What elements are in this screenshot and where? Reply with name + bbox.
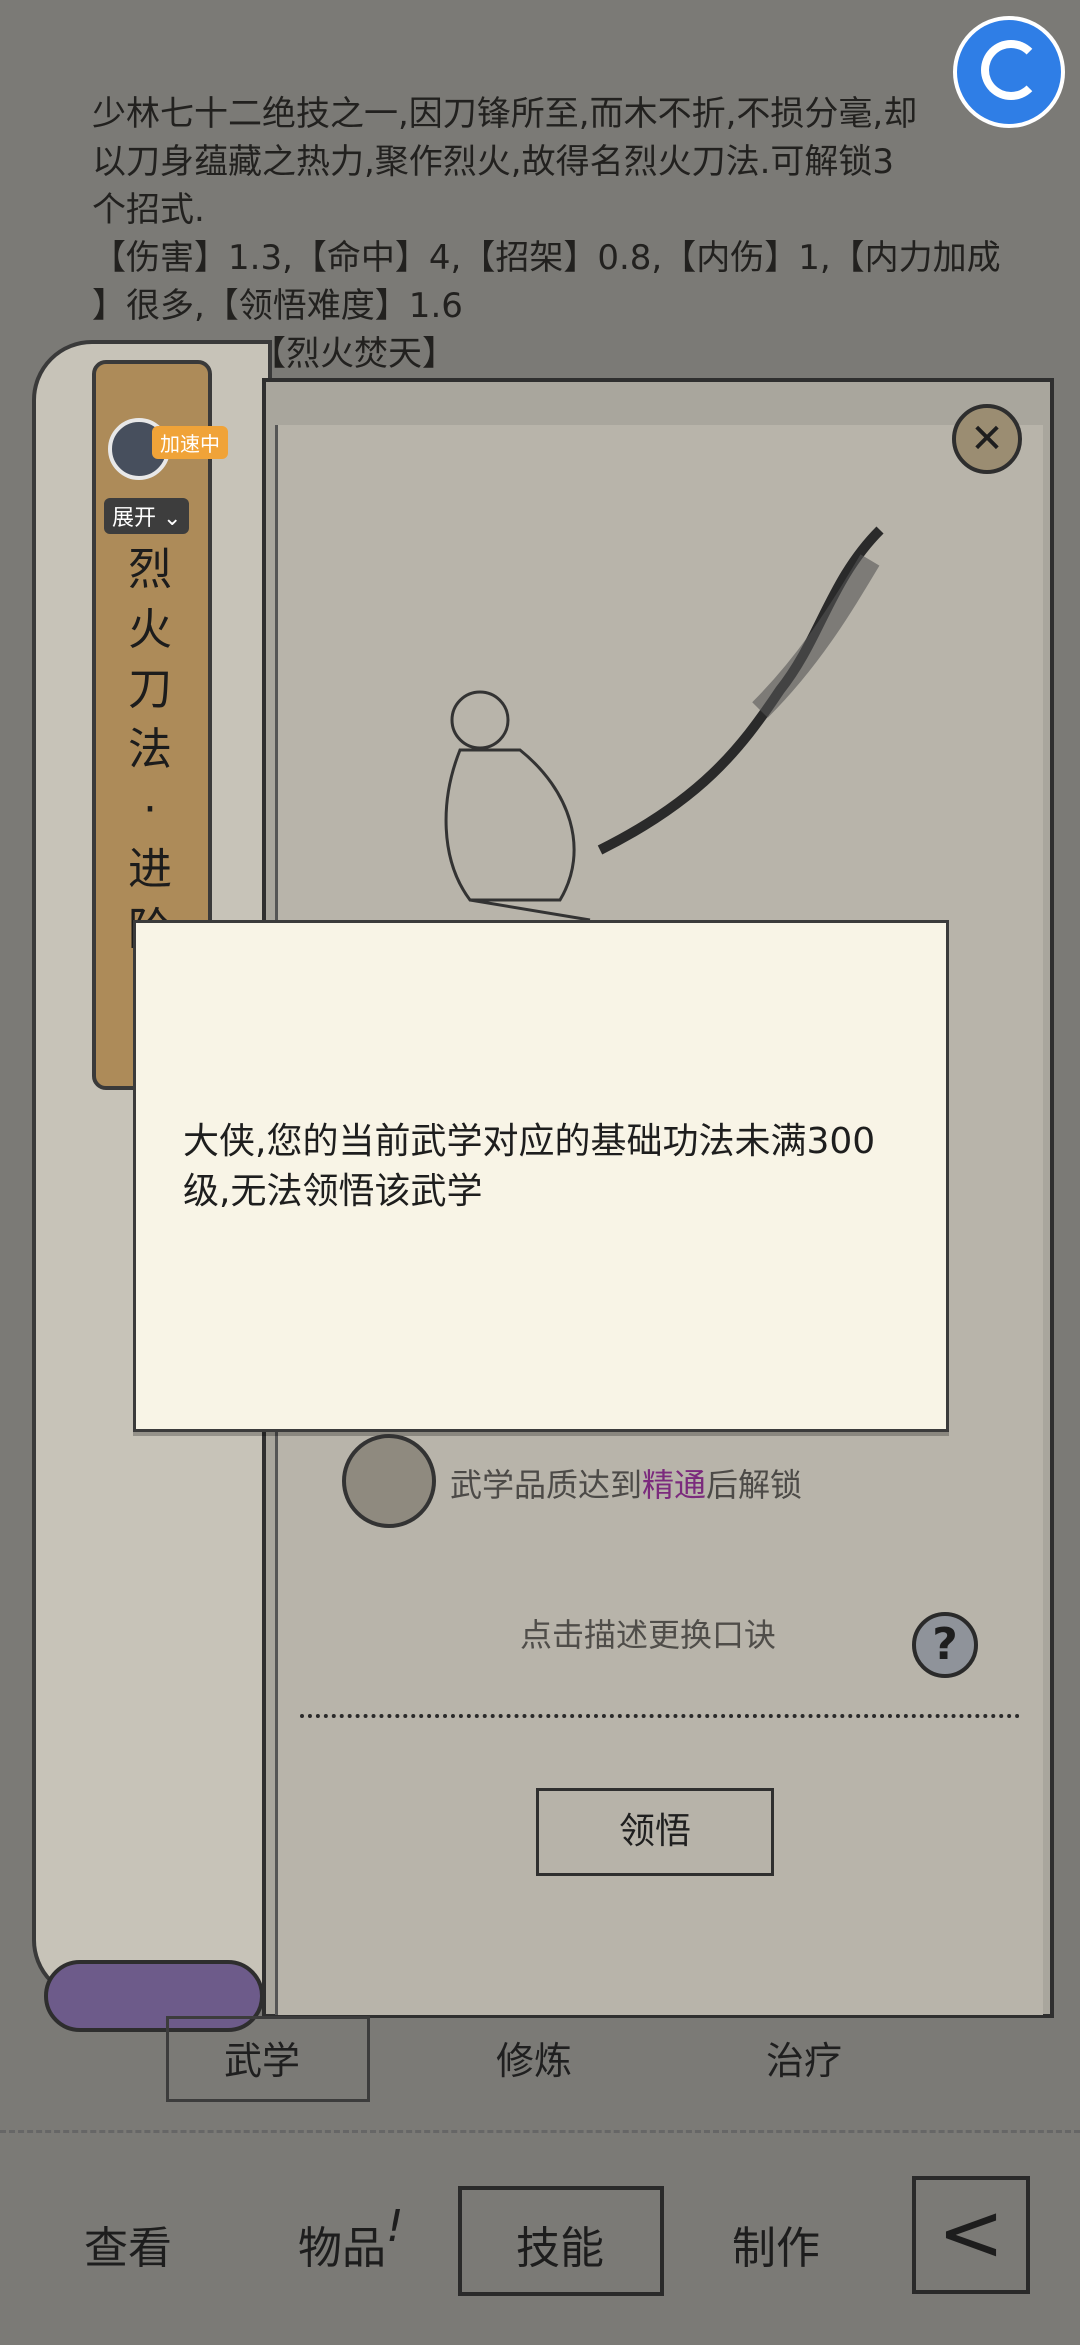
description-line: 个招式.	[92, 190, 205, 230]
dialog-message-line: 级,无法领悟该武学	[183, 1171, 483, 1212]
tab-healing[interactable]: 治疗	[766, 2030, 842, 2085]
back-icon: <	[937, 2186, 1005, 2279]
dotted-divider	[300, 1714, 1020, 1718]
unlock-suffix: 后解锁	[706, 1466, 803, 1504]
description-line: 】很多,【领悟难度】1.6	[92, 286, 463, 326]
description-line: 以刀身蕴藏之热力,聚作烈火,故得名烈火刀法.可解锁3	[92, 142, 895, 182]
description-line: 【伤害】1.3,【命中】4,【招架】0.8,【内伤】1,【内力加成	[92, 238, 1001, 278]
description-line: 少林七十二绝技之一,因刀锋所至,而木不折,不损分毫,却	[92, 94, 918, 134]
title-char: 火	[128, 604, 172, 655]
dialog-message: 大侠,您的当前武学对应的基础功法未满300 级,无法领悟该武学	[183, 1117, 923, 1217]
alert-dialog[interactable]: 大侠,您的当前武学对应的基础功法未满300 级,无法领悟该武学	[133, 920, 949, 1432]
nav-view[interactable]: 查看	[84, 2212, 172, 2276]
unlock-prefix: 武学品质达到	[450, 1466, 643, 1504]
expand-label: 展开	[112, 506, 157, 531]
question-icon: ?	[932, 1619, 958, 1670]
back-button[interactable]: <	[912, 2176, 1030, 2294]
nav-crafting[interactable]: 制作	[732, 2212, 820, 2276]
decorative-divider	[0, 2110, 1080, 2133]
expand-button[interactable]: 展开 ⌄	[104, 498, 190, 534]
swordsman-illustration	[444, 526, 884, 922]
quality-highlight: 精通	[642, 1466, 707, 1504]
title-char: ·	[143, 784, 157, 835]
title-char: 刀	[128, 664, 172, 715]
close-button[interactable]: ✕	[952, 404, 1022, 474]
learn-button[interactable]: 领悟	[536, 1788, 774, 1876]
help-button[interactable]: ?	[912, 1612, 978, 1678]
mantra-hint[interactable]: 点击描述更换口诀	[520, 1610, 776, 1656]
unlock-requirement: 武学品质达到精通后解锁	[450, 1460, 802, 1506]
game-assistant-icon[interactable]	[953, 16, 1065, 128]
title-char: 烈	[128, 544, 172, 595]
close-icon: ✕	[970, 416, 1004, 462]
dialog-message-line: 大侠,您的当前武学对应的基础功法未满300	[183, 1121, 876, 1162]
new-item-mark: !	[386, 2201, 404, 2252]
skill-description: 少林七十二绝技之一,因刀锋所至,而木不折,不损分毫,却 以刀身蕴藏之热力,聚作烈…	[92, 90, 1001, 378]
skill-title: 烈 火 刀 法 · 进 阶	[120, 540, 180, 960]
nav-items[interactable]: 物品!	[298, 2201, 404, 2276]
chevron-down-icon: ⌄	[156, 506, 182, 531]
nav-items-label: 物品	[298, 2223, 386, 2274]
title-char: 进	[128, 844, 172, 895]
tab-martial-arts[interactable]: 武学	[224, 2030, 300, 2085]
lock-icon	[342, 1434, 436, 1528]
speed-status-tag: 加速中	[152, 426, 228, 459]
tab-cultivation[interactable]: 修炼	[496, 2030, 572, 2085]
title-char: 法	[128, 724, 172, 775]
nav-skills[interactable]: 技能	[516, 2212, 604, 2276]
